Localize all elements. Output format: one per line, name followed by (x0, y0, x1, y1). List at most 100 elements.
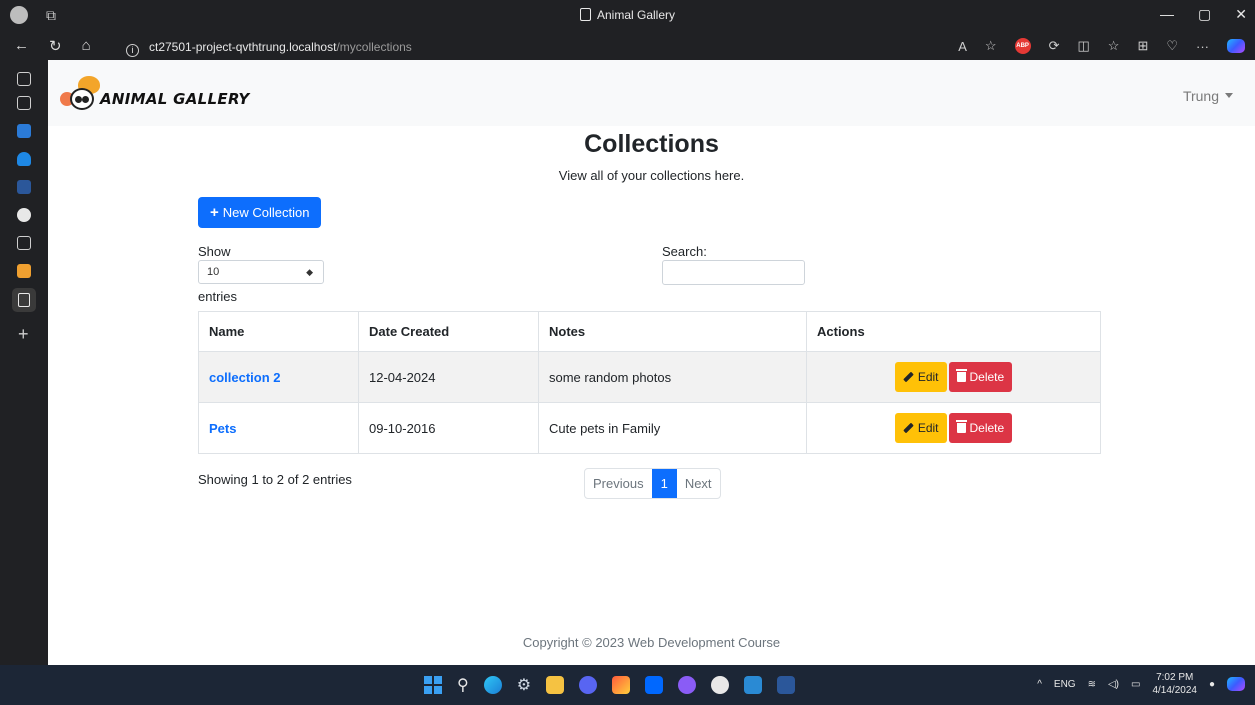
window-titlebar: ⧉ Animal Gallery — ▢ ✕ (0, 0, 1255, 32)
collection-link[interactable]: collection 2 (209, 370, 281, 385)
pagination: Previous 1 Next (584, 468, 721, 499)
minimize-icon[interactable]: — (1160, 6, 1174, 23)
page-title: Collections (584, 130, 719, 158)
adblock-plus-icon[interactable]: ABP (1014, 38, 1031, 54)
page-subtitle: View all of your collections here. (558, 168, 745, 183)
tab-page-icon[interactable] (17, 96, 31, 110)
cell-actions: Edit Delete (806, 351, 1101, 403)
tab-word-icon[interactable] (17, 180, 31, 194)
edit-button[interactable]: Edit (894, 413, 947, 443)
search-label: Search: (662, 244, 707, 259)
entries-length-select[interactable]: 10 ◆ (198, 260, 324, 284)
file-explorer-icon[interactable] (546, 676, 565, 694)
volume-icon[interactable]: ◁) (1108, 679, 1119, 690)
copilot-icon[interactable] (1227, 39, 1245, 53)
delete-button[interactable]: Delete (948, 413, 1013, 443)
chrome-icon[interactable] (711, 676, 730, 694)
messenger-icon[interactable] (678, 676, 697, 694)
tab-github-icon[interactable] (17, 208, 31, 222)
language-indicator[interactable]: ENG (1054, 679, 1076, 690)
plus-icon: + (210, 204, 219, 221)
window-controls: — ▢ ✕ (1160, 6, 1247, 23)
extensions-icon[interactable]: ⟳ (1049, 38, 1060, 54)
table-info: Showing 1 to 2 of 2 entries (198, 472, 352, 487)
tab-onedrive-icon[interactable] (17, 152, 31, 166)
maximize-icon[interactable]: ▢ (1198, 6, 1211, 23)
system-tray: ^ ENG ≋ ◁) ▭ 7:02 PM 4/14/2024 ● (1037, 671, 1245, 697)
site-footer: Copyright © 2023 Web Development Course (522, 635, 781, 650)
taskbar-apps: ⚲ ⚙ (424, 675, 796, 695)
table-header-row: Name Date Created Notes Actions (198, 311, 1101, 352)
more-options-icon[interactable]: ··· (1196, 39, 1209, 54)
edge-icon[interactable] (483, 676, 502, 694)
home-icon[interactable]: ⌂ (82, 37, 91, 55)
header-date-created[interactable]: Date Created (358, 311, 539, 352)
close-icon[interactable]: ✕ (1235, 6, 1247, 23)
battery-icon[interactable]: ▭ (1131, 679, 1140, 690)
logo-text: ANIMAL GALLERY (100, 90, 250, 108)
windows-taskbar: ⚲ ⚙ ^ ENG ≋ ◁) ▭ 7:02 PM 4/14/2024 ● (0, 665, 1255, 705)
cell-date: 12-04-2024 (358, 351, 539, 403)
browser-toolbar: ← ↻ ⌂ i ct27501-project-qvthtrung.localho… (0, 32, 1255, 60)
zalo-icon[interactable] (645, 676, 664, 694)
vertical-tabs-sidebar: + (0, 60, 48, 665)
table-row: collection 2 12-04-2024 some random phot… (198, 351, 1101, 403)
entries-label: entries (198, 289, 238, 304)
taskbar-copilot-icon[interactable] (1227, 677, 1245, 691)
nav-buttons: ← ↻ ⌂ (14, 37, 91, 55)
favorites-icon[interactable]: ☆ (1108, 38, 1120, 54)
trash-icon (955, 420, 967, 433)
back-icon[interactable]: ← (14, 37, 29, 55)
new-collection-button[interactable]: + New Collection (198, 197, 322, 228)
site-header: ANIMAL GALLERY Trung (48, 60, 1255, 126)
show-label: Show (198, 244, 231, 259)
cell-name: Pets (198, 402, 359, 454)
collection-link[interactable]: Pets (209, 421, 236, 436)
delete-button[interactable]: Delete (948, 362, 1013, 392)
pagination-page-1[interactable]: 1 (651, 469, 677, 498)
table-row: Pets 09-10-2016 Cute pets in Family Edit… (198, 402, 1101, 454)
tab-actions-icon[interactable] (17, 72, 31, 86)
search-icon[interactable]: ⚲ (457, 675, 469, 695)
new-tab-icon[interactable]: + (18, 324, 29, 345)
vscode-icon[interactable] (744, 676, 763, 694)
header-actions: Actions (806, 311, 1101, 352)
clock[interactable]: 7:02 PM 4/14/2024 (1152, 671, 1197, 697)
settings-gear-icon[interactable]: ⚙ (517, 675, 531, 695)
address-bar[interactable]: i ct27501-project-qvthtrung.localhost/myc… (126, 36, 886, 58)
site-info-icon[interactable]: i (126, 44, 139, 57)
notification-bell-icon[interactable]: ● (1209, 679, 1215, 690)
word-icon[interactable] (777, 676, 796, 694)
collections-icon[interactable]: ⊞ (1137, 38, 1148, 54)
app-icon[interactable] (612, 676, 631, 694)
tab-page-icon (579, 8, 591, 21)
site-logo[interactable]: ANIMAL GALLERY (60, 74, 250, 114)
search-input[interactable] (662, 260, 805, 285)
cell-date: 09-10-2016 (358, 402, 539, 454)
split-screen-icon[interactable]: ◫ (1077, 38, 1089, 54)
animal-logo-icon (60, 76, 102, 112)
start-icon[interactable] (424, 676, 442, 694)
chevron-up-icon[interactable]: ^ (1037, 679, 1042, 690)
tab-active-animal-gallery[interactable] (12, 288, 36, 312)
tab-calendar-icon[interactable] (17, 236, 31, 250)
pagination-previous[interactable]: Previous (585, 469, 652, 498)
refresh-icon[interactable]: ↻ (49, 37, 62, 55)
tab-image-icon[interactable] (17, 124, 31, 138)
browser-essentials-icon[interactable]: ♡ (1166, 38, 1178, 54)
user-dropdown[interactable]: Trung (1183, 88, 1233, 104)
tab-app-icon[interactable] (17, 264, 31, 278)
favorite-star-icon[interactable]: ☆ (985, 38, 997, 54)
discord-icon[interactable] (579, 676, 598, 694)
pagination-next[interactable]: Next (677, 469, 720, 498)
cell-actions: Edit Delete (806, 402, 1101, 454)
edit-button[interactable]: Edit (894, 362, 947, 392)
read-aloud-icon[interactable]: A (958, 39, 967, 54)
wifi-icon[interactable]: ≋ (1088, 679, 1096, 690)
cell-name: collection 2 (198, 351, 359, 403)
cell-notes: some random photos (538, 351, 807, 403)
cell-notes: Cute pets in Family (538, 402, 807, 454)
header-name[interactable]: Name (198, 311, 359, 352)
collections-table: Name Date Created Notes Actions collecti… (198, 311, 1101, 454)
header-notes[interactable]: Notes (538, 311, 807, 352)
